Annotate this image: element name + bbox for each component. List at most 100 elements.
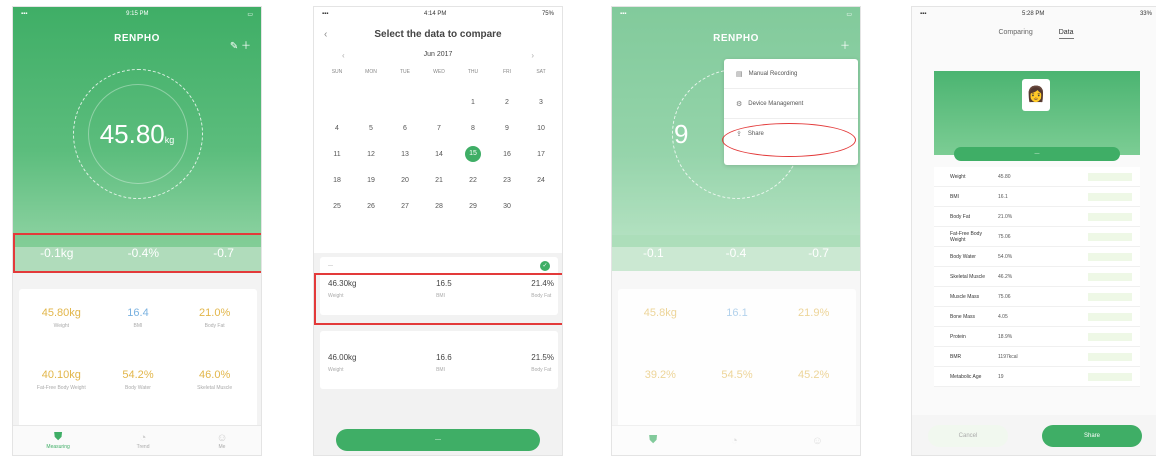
calendar-day[interactable]: 6 — [403, 125, 407, 132]
menu-item-manual-recording[interactable]: ▤ Manual Recording — [724, 59, 858, 89]
status-bar: ▪▪▪ ▭ — [612, 7, 860, 21]
share-row-label: Protein — [950, 333, 966, 340]
calendar-day[interactable]: 4 — [335, 125, 339, 132]
compare-button[interactable]: — — [336, 429, 540, 451]
status-time: 4:14 PM — [424, 11, 447, 17]
share-row-value: 18.9% — [998, 333, 1013, 340]
record-list: — ✓ 46.30kg Weight 16.5 BMI 21.4% Body Fat … — [314, 253, 562, 455]
metric-item[interactable]: 45.8kg — [622, 297, 699, 359]
weight-readout: 45.80kg — [13, 119, 261, 150]
month-label: Jun 2017 — [423, 51, 453, 58]
weekday-label: MON — [365, 69, 377, 75]
metric-body-water[interactable]: 54.2% Body Water — [100, 359, 177, 421]
share-row-badge — [1088, 332, 1132, 341]
metric-weight[interactable]: 45.80kg Weight — [23, 297, 100, 359]
tab-trend[interactable]: ◔ — [731, 435, 738, 447]
battery-icon: ▭ — [247, 11, 253, 18]
share-row: Fat-Free Body Weight 75.06 — [934, 227, 1140, 247]
calendar-day[interactable]: 7 — [437, 125, 441, 132]
calendar-day[interactable]: 18 — [333, 177, 341, 184]
tab-me[interactable]: ☺ — [812, 435, 823, 447]
add-icon[interactable]: ＋ — [241, 41, 251, 52]
metric-item[interactable]: 45.2% — [775, 359, 852, 421]
calendar-day[interactable]: 23 — [503, 177, 511, 184]
metric-skeletal-muscle[interactable]: 46.0% Skeletal Muscle — [176, 359, 253, 421]
tab-comparing[interactable]: Comparing — [998, 29, 1032, 39]
calendar-day[interactable]: 30 — [503, 203, 511, 210]
calendar-day[interactable]: 13 — [401, 151, 409, 158]
calendar-day[interactable]: 29 — [469, 203, 477, 210]
calendar-day[interactable]: 3 — [539, 99, 543, 106]
cancel-button[interactable]: Cancel — [928, 425, 1008, 447]
person-icon: ☺ — [811, 434, 824, 447]
tab-measuring[interactable]: ⛊ — [649, 434, 657, 447]
metric-item[interactable]: 39.2% — [622, 359, 699, 421]
share-row-badge — [1088, 192, 1132, 201]
calendar-day[interactable]: 24 — [537, 177, 545, 184]
share-row: Skeletal Muscle 46.2% — [934, 267, 1140, 287]
record-item[interactable]: 46.00kg Weight 16.6 BMI 21.5% Body Fat — [320, 331, 558, 389]
calendar-day[interactable]: 9 — [505, 125, 509, 132]
status-time: 9:15 PM — [126, 11, 149, 17]
status-battery: 33% — [1139, 11, 1152, 17]
battery-icon: ▭ — [846, 11, 852, 18]
share-row-value: 75.06 — [998, 293, 1011, 300]
calendar-day[interactable]: 12 — [367, 151, 375, 158]
calendar-day[interactable]: 1 — [471, 99, 475, 106]
calendar-day[interactable]: 2 — [505, 99, 509, 106]
user-name-button[interactable]: — — [954, 147, 1120, 161]
share-row: Protein 18.9% — [934, 327, 1140, 347]
calendar-day[interactable]: 15 — [465, 146, 481, 162]
share-button[interactable]: Share — [1042, 425, 1142, 447]
calendar-day[interactable]: 21 — [435, 177, 443, 184]
add-icon[interactable]: ＋ — [840, 41, 850, 52]
weekday-header: SUN MON TUE WED THU FRI SAT — [320, 69, 558, 75]
share-row-badge — [1088, 312, 1132, 321]
highlight-box — [314, 273, 562, 325]
tab-bar: ⛊ ◔ ☺ — [612, 425, 860, 455]
calendar-day[interactable]: 27 — [401, 203, 409, 210]
calendar-day[interactable]: 14 — [435, 151, 443, 158]
check-icon[interactable]: ✓ — [540, 261, 550, 271]
calendar-day[interactable]: 17 — [537, 151, 545, 158]
tab-me[interactable]: ☺ Me — [216, 432, 227, 450]
calendar-day[interactable]: 22 — [469, 177, 477, 184]
share-row-badge — [1088, 352, 1132, 361]
calendar-day[interactable]: 16 — [503, 151, 511, 158]
calendar-day[interactable]: 5 — [369, 125, 373, 132]
share-row: Body Fat 21.0% — [934, 207, 1140, 227]
share-row: Bone Mass 4.05 — [934, 307, 1140, 327]
calendar-day[interactable]: 20 — [401, 177, 409, 184]
tab-measuring[interactable]: ⛊ Measuring — [46, 431, 69, 450]
metric-item[interactable]: 54.5% — [699, 359, 776, 421]
change-stats-row: -0.1 -0.4 -0.7 — [612, 235, 860, 271]
calendar-day[interactable]: 10 — [537, 125, 545, 132]
edit-icon[interactable]: ✎ — [230, 41, 238, 52]
next-month-icon[interactable]: › — [531, 51, 534, 60]
calendar-day[interactable]: 28 — [435, 203, 443, 210]
calendar-day[interactable]: 19 — [367, 177, 375, 184]
metric-item[interactable]: 16.1 — [699, 297, 776, 359]
metric-item[interactable]: 21.9% — [775, 297, 852, 359]
calendar-grid: 1 2 3 4 5 6 7 8 9 10 11 12 13 14 15 16 17 18 19 20 21 22 23 24 2… — [320, 89, 558, 219]
edit-icon: ▤ — [736, 70, 743, 78]
stat-item: -0.4 — [725, 246, 747, 260]
metric-fat-free-weight[interactable]: 40.10kg Fat-Free Body Weight — [23, 359, 100, 421]
weight-value: 45.80 — [99, 119, 165, 149]
calendar-day[interactable]: 11 — [333, 151, 340, 158]
share-row-label: Body Water — [950, 253, 976, 260]
share-row-label: Fat-Free Body Weight — [950, 230, 982, 243]
share-screen: ▪▪▪ 5:28 PM 33% Comparing Data 👩 — Weigh… — [911, 6, 1156, 456]
trend-icon: ◔ — [731, 434, 738, 447]
tab-data[interactable]: Data — [1058, 29, 1074, 39]
menu-item-device-management[interactable]: ⚙ Device Management — [724, 89, 858, 119]
share-row-label: Skeletal Muscle — [950, 273, 986, 280]
calendar-day[interactable]: 25 — [333, 203, 341, 210]
metric-bmi[interactable]: 16.4 BMI — [100, 297, 177, 359]
share-row-label: Muscle Mass — [950, 293, 980, 300]
calendar-day[interactable]: 8 — [471, 125, 475, 132]
tab-trend[interactable]: ◔ Trend — [137, 432, 150, 450]
share-row-label: Weight — [950, 173, 966, 180]
calendar-day[interactable]: 26 — [367, 203, 375, 210]
metric-body-fat[interactable]: 21.0% Body Fat — [176, 297, 253, 359]
